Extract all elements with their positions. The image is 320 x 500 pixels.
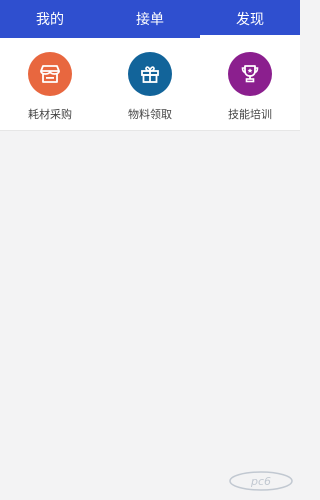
tab-mine[interactable]: 我的 <box>0 0 100 38</box>
feature-label: 物料领取 <box>128 108 172 121</box>
watermark-logo: pc6 <box>228 470 294 492</box>
trophy-icon <box>228 52 272 96</box>
top-tab-bar: 我的 接单 发现 <box>0 0 300 38</box>
feature-supplies-purchase[interactable]: 耗材采购 <box>0 38 100 130</box>
tab-label: 接单 <box>136 12 164 28</box>
tab-label: 我的 <box>36 12 64 28</box>
feature-label: 技能培训 <box>228 108 272 121</box>
tab-orders[interactable]: 接单 <box>100 0 200 38</box>
feature-grid: 耗材采购 物料领取 技能培训 <box>0 38 300 131</box>
gift-icon <box>128 52 172 96</box>
tab-label: 发现 <box>236 12 264 28</box>
feature-skill-training[interactable]: 技能培训 <box>200 38 300 130</box>
watermark-text: pc6 <box>250 475 271 488</box>
store-icon <box>28 52 72 96</box>
feature-label: 耗材采购 <box>28 108 72 121</box>
feature-material-pickup[interactable]: 物料领取 <box>100 38 200 130</box>
tab-discover[interactable]: 发现 <box>200 0 300 38</box>
